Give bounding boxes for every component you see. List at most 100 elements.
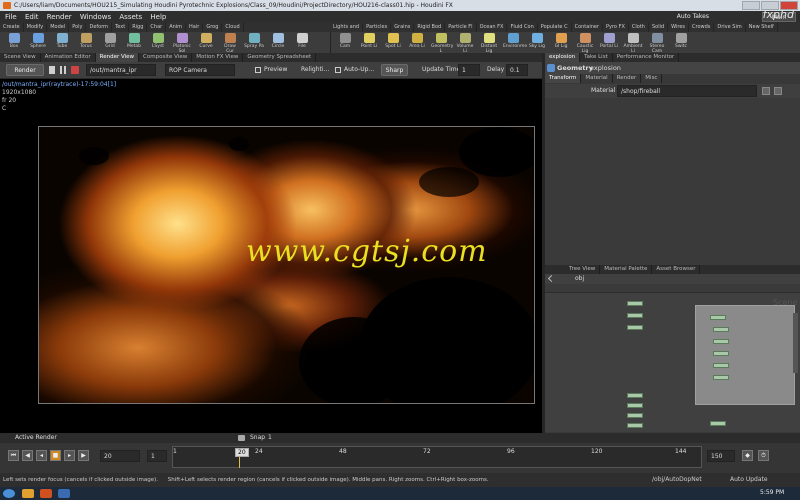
shelf-tab[interactable]: Rigg bbox=[129, 23, 148, 32]
tab-motion-fx-view[interactable]: Motion FX View bbox=[192, 53, 244, 62]
shelf-tool-button[interactable]: LSyst bbox=[148, 33, 168, 52]
render-view-canvas[interactable]: /out/mantra_ipr(raytrace)-17:59:04[1] 19… bbox=[0, 79, 542, 433]
shelf-tab[interactable]: Solid bbox=[649, 23, 669, 32]
shelf-tool-button[interactable]: Tube bbox=[52, 33, 72, 52]
shelf-tab[interactable]: Modify bbox=[24, 23, 48, 32]
network-node[interactable] bbox=[713, 363, 729, 368]
jump-start-button[interactable]: ⏮ bbox=[8, 450, 19, 461]
shelf-tab[interactable]: Container bbox=[572, 23, 604, 32]
shelf-tool-button[interactable]: Area Li bbox=[407, 33, 427, 52]
shelf-tab[interactable]: Wires bbox=[668, 23, 690, 32]
shelf-tool-button[interactable]: Portal Li bbox=[599, 33, 619, 52]
shelf-tab[interactable]: New Shelf bbox=[746, 23, 778, 32]
shelf-tool-button[interactable]: Caustic Lig bbox=[575, 33, 595, 54]
frame-indicator[interactable]: 20 bbox=[235, 448, 249, 457]
tab-scene-view[interactable]: Scene View bbox=[0, 53, 41, 62]
minimize-button[interactable] bbox=[742, 1, 760, 10]
shelf-tool-button[interactable]: Platonic Sol bbox=[172, 33, 192, 54]
shelf-tool-button[interactable]: Grid bbox=[100, 33, 120, 52]
sharp-button[interactable]: Sharp bbox=[381, 64, 408, 76]
network-scrollbar[interactable] bbox=[793, 313, 798, 373]
network-node[interactable] bbox=[710, 421, 726, 426]
shelf-tab[interactable]: Particle Fl bbox=[445, 23, 477, 32]
shelf-tool-button[interactable]: Stereo Cam bbox=[647, 33, 667, 54]
auto-update-status[interactable]: Auto Update bbox=[730, 473, 768, 487]
network-node[interactable] bbox=[627, 301, 643, 306]
realtime-toggle-icon[interactable]: ⏱ bbox=[758, 450, 769, 461]
camera-menu[interactable]: ROP Camera bbox=[165, 64, 235, 76]
shelf-tab[interactable]: Particles bbox=[363, 23, 392, 32]
shelf-tool-button[interactable]: Geometry L bbox=[431, 33, 453, 54]
shelf-tab[interactable]: Crowds bbox=[689, 23, 715, 32]
tab-performance-monitor[interactable]: Performance Monitor bbox=[613, 53, 680, 62]
network-node[interactable] bbox=[627, 393, 643, 398]
network-node[interactable] bbox=[710, 315, 726, 320]
preview-checkbox[interactable] bbox=[255, 67, 261, 73]
shelf-tool-button[interactable]: Point Li bbox=[359, 33, 379, 52]
tab-tree-view[interactable]: Tree View bbox=[565, 265, 601, 274]
houdini-taskbar-icon[interactable] bbox=[40, 489, 52, 498]
shelf-tab[interactable]: Drive Sim bbox=[714, 23, 746, 32]
network-node[interactable] bbox=[713, 339, 729, 344]
shelf-tool-button[interactable]: GI Lig bbox=[551, 33, 571, 52]
end-frame-field[interactable]: 150 bbox=[707, 450, 735, 462]
shelf-tool-button[interactable]: Draw Cur bbox=[220, 33, 240, 54]
output-driver-field[interactable]: /out/mantra_ipr bbox=[86, 64, 156, 76]
shelf-tab[interactable]: Pyro FX bbox=[603, 23, 629, 32]
auto-takes-toggle[interactable]: Auto Takes bbox=[672, 11, 710, 23]
tab-material[interactable]: Material bbox=[581, 74, 613, 83]
stop-button[interactable]: ■ bbox=[50, 450, 61, 461]
stop-icon[interactable] bbox=[71, 66, 79, 74]
step-back-button[interactable]: ◀ bbox=[22, 450, 33, 461]
current-frame-field[interactable]: 20 bbox=[100, 450, 140, 462]
render-rerender-icon[interactable] bbox=[49, 66, 55, 74]
play-button[interactable]: ▸ bbox=[64, 450, 75, 461]
shelf-tab[interactable]: Cloud bbox=[222, 23, 244, 32]
network-path[interactable]: obj bbox=[575, 275, 584, 282]
menu-edit[interactable]: Edit bbox=[25, 13, 39, 21]
shelf-tab[interactable]: Anim bbox=[166, 23, 187, 32]
jump-to-node-icon[interactable] bbox=[774, 87, 782, 95]
update-time-field[interactable]: 1 bbox=[458, 64, 480, 76]
menu-file[interactable]: File bbox=[5, 13, 17, 21]
shelf-tool-button[interactable]: Environme bbox=[503, 33, 527, 52]
step-forward-button[interactable]: ▶ bbox=[78, 450, 89, 461]
shelf-tool-button[interactable]: Spray Pa bbox=[244, 33, 264, 52]
shelf-tab[interactable]: Hair bbox=[186, 23, 204, 32]
tab-misc[interactable]: Misc bbox=[641, 74, 663, 83]
menu-assets[interactable]: Assets bbox=[119, 13, 142, 21]
network-editor-canvas[interactable]: Scene bbox=[545, 293, 800, 432]
tab-render-view[interactable]: Render View bbox=[95, 53, 140, 62]
pause-icon[interactable] bbox=[60, 66, 66, 74]
shelf-tool-button[interactable]: Box bbox=[4, 33, 24, 52]
render-button[interactable]: Render bbox=[6, 64, 44, 76]
shelf-tab[interactable]: Deform bbox=[86, 23, 113, 32]
shelf-tab[interactable]: Create bbox=[0, 23, 24, 32]
network-node[interactable] bbox=[627, 325, 643, 330]
network-node[interactable] bbox=[713, 327, 729, 332]
tab-explosion[interactable]: explosion bbox=[545, 53, 581, 62]
network-box[interactable] bbox=[695, 305, 795, 405]
shelf-tool-button[interactable]: Metab bbox=[124, 33, 144, 52]
shelf-tab[interactable]: Cloth bbox=[629, 23, 649, 32]
network-node[interactable] bbox=[627, 413, 643, 418]
tab-animation-editor[interactable]: Animation Editor bbox=[41, 53, 96, 62]
shelf-tab[interactable]: Populate C bbox=[538, 23, 572, 32]
shelf-tab[interactable]: Ocean FX bbox=[477, 23, 508, 32]
shelf-tool-button[interactable]: Volume Li bbox=[455, 33, 475, 54]
network-node[interactable] bbox=[713, 375, 729, 380]
explorer-icon[interactable] bbox=[22, 489, 34, 498]
shelf-tab[interactable]: Rigid Bod bbox=[414, 23, 446, 32]
shelf-tool-button[interactable]: Switc bbox=[671, 33, 691, 52]
material-path-field[interactable]: /shop/fireball bbox=[617, 85, 757, 97]
shelf-tool-button[interactable]: Cam bbox=[335, 33, 355, 52]
shelf-tab[interactable]: Poly bbox=[69, 23, 87, 32]
menu-help[interactable]: Help bbox=[150, 13, 166, 21]
node-name-field[interactable]: explosion bbox=[590, 64, 621, 72]
shelf-tab[interactable]: Char bbox=[147, 23, 167, 32]
delay-field[interactable]: 0.1 bbox=[506, 64, 528, 76]
network-node[interactable] bbox=[627, 403, 643, 408]
tab-render[interactable]: Render bbox=[613, 74, 642, 83]
dop-net-path[interactable]: /obj/AutoDopNet bbox=[652, 473, 702, 487]
tab-material-palette[interactable]: Material Palette bbox=[600, 265, 653, 274]
